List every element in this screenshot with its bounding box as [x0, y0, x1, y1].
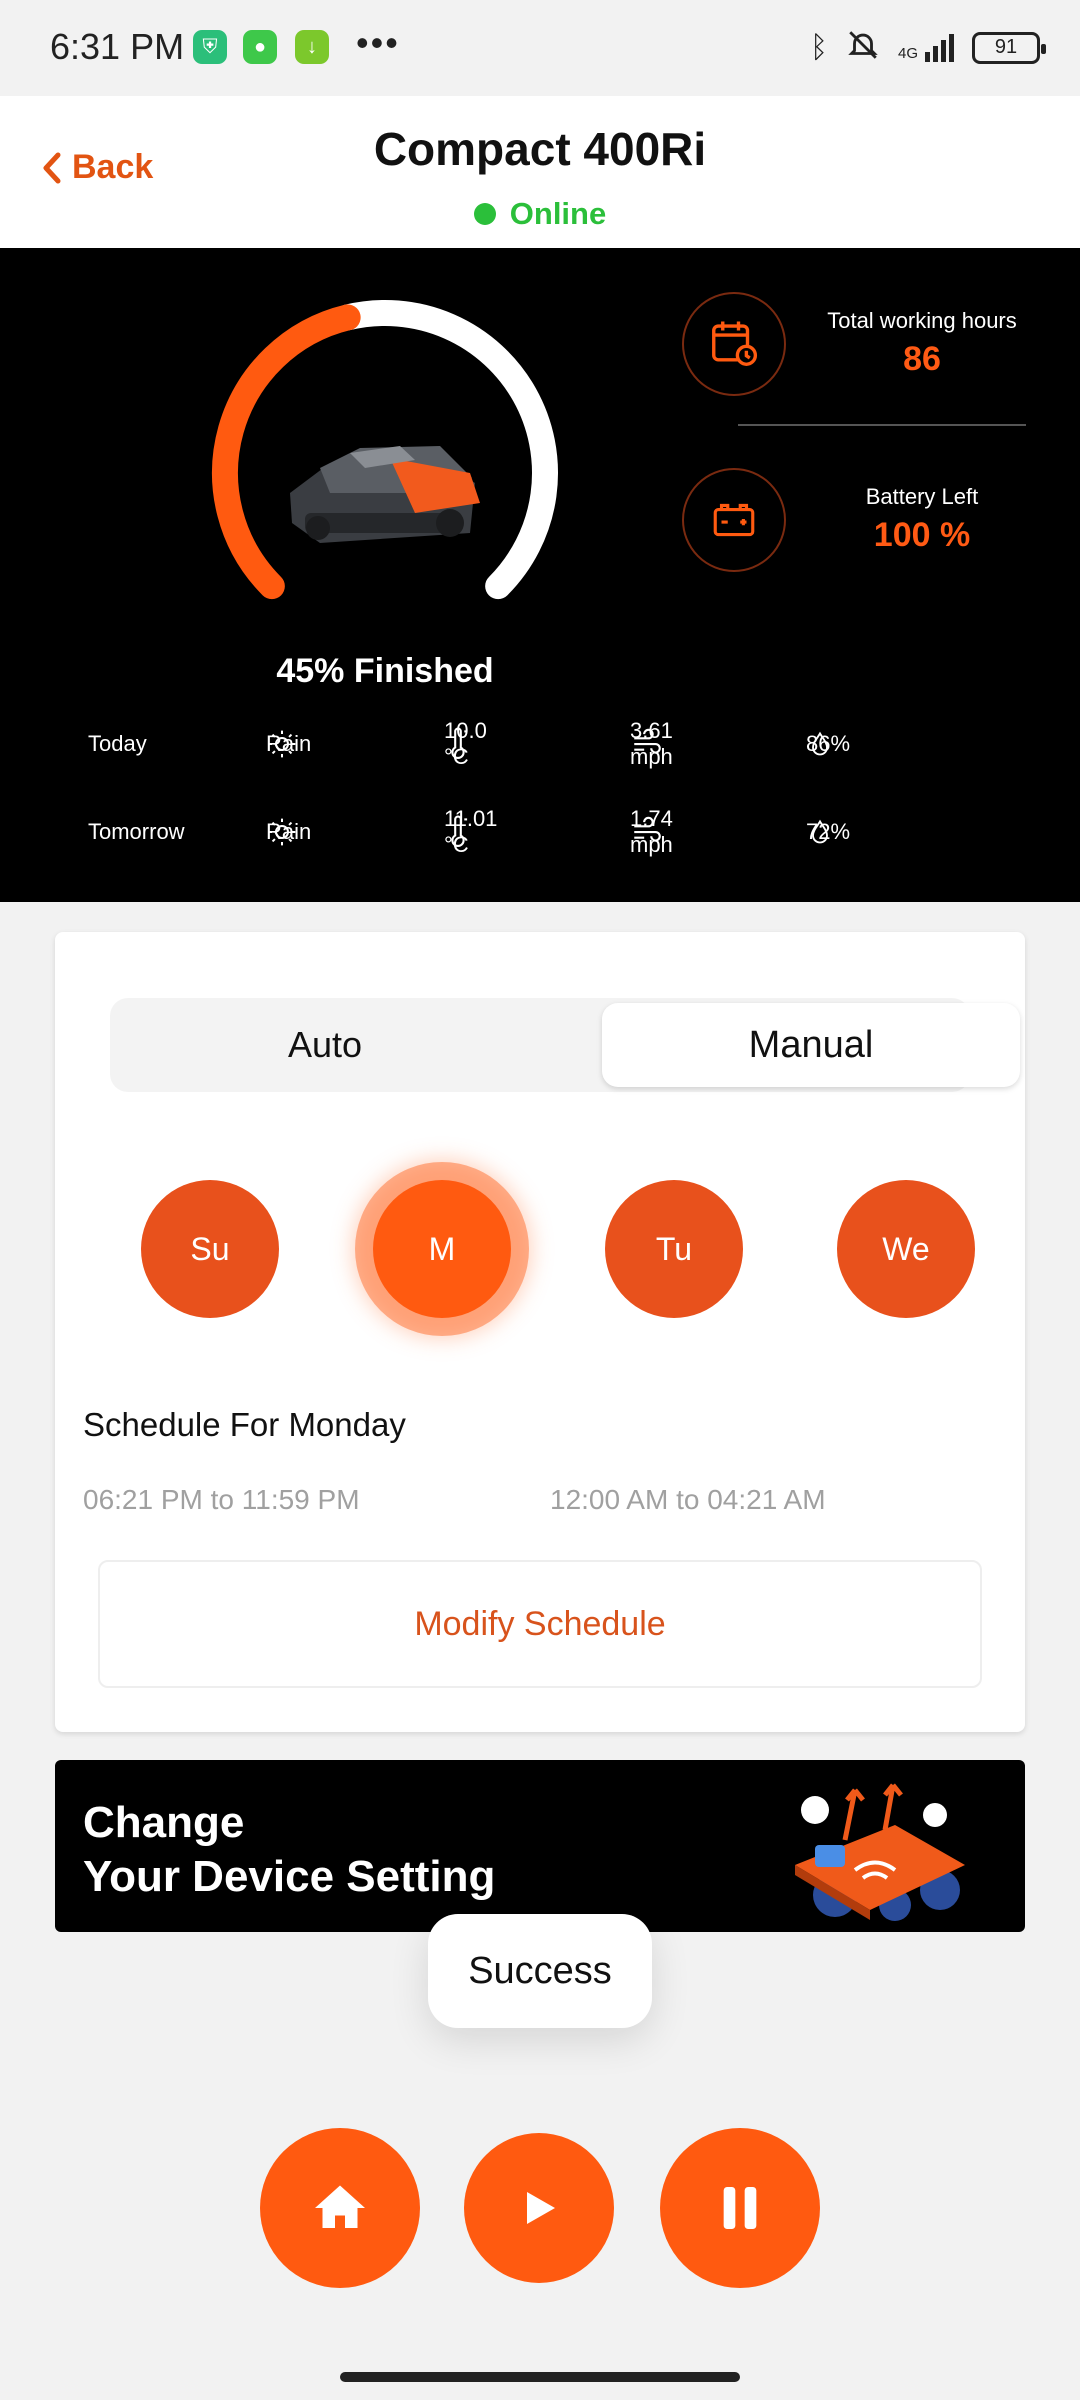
- status-bar: 6:31 PM ⛨ ● ↓ ••• ᛒ 4G 91: [0, 0, 1080, 96]
- schedule-slot: 12:00 AM to 04:21 AM: [550, 1484, 826, 1515]
- battery-left-value: 100 %: [873, 516, 971, 554]
- weather-condition-label: Rain: [266, 819, 312, 844]
- weather-humidity-label: 86%: [806, 731, 851, 756]
- battery-left-label: Battery Left: [865, 484, 979, 509]
- schedule-card: Auto Manual Su M Tu We Schedule For Mond…: [55, 932, 1025, 1732]
- weather-day: Today: [88, 731, 147, 756]
- banner-line-2: Your Device Setting: [83, 1852, 496, 1901]
- mute-bell-icon: [846, 28, 880, 67]
- progress-gauge: [212, 300, 558, 600]
- chat-app-icon: ●: [243, 30, 277, 64]
- play-icon: [527, 2192, 555, 2224]
- mode-toggle: Auto Manual: [110, 998, 1020, 1092]
- status-icons: ᛒ 4G 91: [809, 28, 1046, 67]
- download-app-icon: ↓: [295, 30, 329, 64]
- stat-divider: [738, 424, 1026, 426]
- schedule-title: Schedule For Monday: [83, 1406, 406, 1443]
- status-time: 6:31 PM: [50, 26, 185, 67]
- banner-text: Change Your Device Setting: [83, 1796, 495, 1904]
- weather-condition: Rain: [266, 724, 311, 764]
- weather-condition-label: Rain: [266, 731, 312, 756]
- battery-level: 91: [994, 36, 1018, 58]
- network-type: 4G: [897, 44, 918, 62]
- weather-temp: 11.01 °C: [444, 806, 497, 857]
- mower-image: [290, 446, 480, 543]
- weather-row-today: Today Rain 10.0 °C 3.61 mph 86%: [0, 718, 1080, 769]
- gesture-home-bar[interactable]: [340, 2372, 740, 2382]
- weather-temp-label: 11.01 °C: [444, 806, 498, 857]
- mode-manual-button[interactable]: Manual: [602, 1003, 1020, 1087]
- modify-schedule-button[interactable]: Modify Schedule: [98, 1560, 982, 1688]
- total-hours-label: Total working hours: [827, 308, 1017, 333]
- signal-icon: 4G: [897, 33, 954, 62]
- home-button[interactable]: [260, 2128, 420, 2288]
- bluetooth-icon: ᛒ: [809, 30, 828, 64]
- calendar-clock-icon: [682, 292, 786, 396]
- weather-humidity: 72%: [806, 812, 850, 852]
- online-dot-icon: [473, 203, 496, 225]
- weather-wind-label: 3.61 mph: [630, 718, 673, 769]
- weather-day: Tomorrow: [88, 819, 185, 844]
- weather-condition: Rain: [266, 812, 311, 852]
- battery-icon: 91: [972, 31, 1046, 64]
- connection-status: Online: [0, 196, 1080, 232]
- weather-wind: 3.61 mph: [630, 718, 673, 769]
- mode-auto-button[interactable]: Auto: [110, 998, 540, 1092]
- success-toast: Success: [428, 1914, 652, 2028]
- more-notifications-icon: •••: [356, 22, 400, 63]
- day-sunday-button[interactable]: Su: [141, 1180, 279, 1318]
- device-dashboard: 45% Finished Total working hours 86 Batt…: [0, 248, 1080, 902]
- weather-humidity: 86%: [806, 724, 850, 764]
- home-icon: [315, 2185, 365, 2228]
- weather-wind: 1.74 mph: [630, 806, 673, 857]
- weather-temp: 10.0 °C: [444, 718, 487, 769]
- day-monday-button[interactable]: M: [373, 1180, 511, 1318]
- progress-text: 45% Finished: [276, 652, 494, 690]
- car-battery-icon: [682, 468, 786, 572]
- pause-icon: [723, 2187, 757, 2229]
- weather-temp-label: 10.0 °C: [444, 718, 487, 769]
- connection-status-label: Online: [509, 196, 607, 231]
- weather-humidity-label: 72%: [806, 819, 851, 844]
- banner-line-1: Change: [83, 1798, 245, 1847]
- total-hours-value: 86: [903, 340, 941, 378]
- device-settings-banner[interactable]: Change Your Device Setting: [55, 1760, 1025, 1932]
- app-header: Back Compact 400Ri Online: [0, 96, 1080, 248]
- weather-row-tomorrow: Tomorrow Rain 11.01 °C 1.74 mph 72%: [0, 806, 1080, 857]
- page-title: Compact 400Ri: [373, 123, 707, 175]
- day-tuesday-button[interactable]: Tu: [605, 1180, 743, 1318]
- settings-illustration: [795, 1783, 965, 1921]
- schedule-slot: 06:21 PM to 11:59 PM: [83, 1484, 360, 1515]
- weather-wind-label: 1.74 mph: [630, 806, 673, 857]
- pause-button[interactable]: [660, 2128, 820, 2288]
- shield-app-icon: ⛨: [193, 30, 227, 64]
- play-button[interactable]: [464, 2133, 614, 2283]
- day-wednesday-button[interactable]: We: [837, 1180, 975, 1318]
